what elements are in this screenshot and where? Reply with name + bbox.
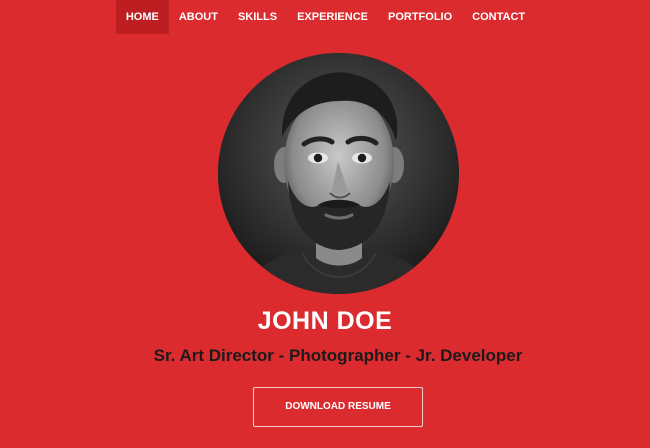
nav-list: HOME ABOUT SKILLS EXPERIENCE PORTFOLIO C… bbox=[115, 0, 535, 34]
nav-item-portfolio[interactable]: PORTFOLIO bbox=[378, 0, 462, 34]
download-resume-button[interactable]: DOWNLOAD RESUME bbox=[253, 387, 423, 427]
nav-item-experience[interactable]: EXPERIENCE bbox=[287, 0, 378, 34]
nav-item-about[interactable]: ABOUT bbox=[169, 0, 228, 34]
nav-item-home[interactable]: HOME bbox=[115, 0, 169, 34]
profile-subtitle: Sr. Art Director - Photographer - Jr. De… bbox=[153, 346, 523, 365]
profile-photo bbox=[218, 53, 459, 294]
profile-name: JOHN DOE bbox=[257, 307, 393, 335]
nav-item-contact[interactable]: CONTACT bbox=[462, 0, 535, 34]
main-nav: HOME ABOUT SKILLS EXPERIENCE PORTFOLIO C… bbox=[0, 0, 650, 34]
nav-item-skills[interactable]: SKILLS bbox=[228, 0, 287, 34]
portrait-image bbox=[218, 53, 459, 294]
